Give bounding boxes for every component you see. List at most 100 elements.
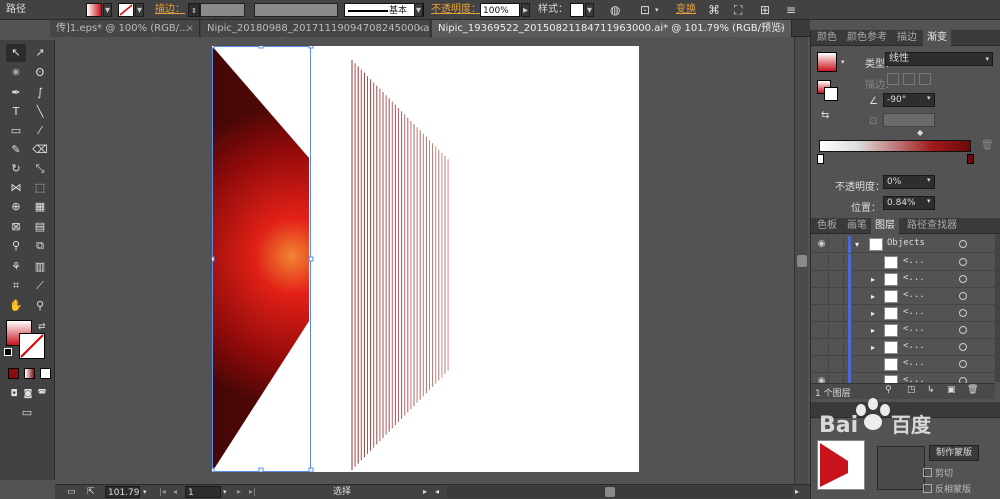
status-menu-icon[interactable]: ▸ (423, 486, 427, 498)
lock-toggle[interactable] (830, 340, 844, 355)
tab-swatches[interactable]: 色板 (813, 218, 841, 234)
scroll-right-icon[interactable]: ▸ (795, 486, 799, 498)
target-circle-icon[interactable] (959, 275, 967, 283)
selection-tool-icon[interactable]: ↖ (6, 44, 26, 62)
gradient-stop-start[interactable] (817, 154, 824, 164)
grid-icon[interactable]: ⊞ (760, 3, 770, 17)
sublayer-row[interactable]: ▸ <... (811, 271, 995, 288)
lock-toggle[interactable] (830, 306, 844, 321)
target-circle-icon[interactable] (959, 343, 967, 351)
hand-tool-icon[interactable]: ✋ (6, 297, 26, 315)
h-scroll-thumb[interactable] (605, 487, 615, 497)
prev-page-icon[interactable]: ◂ (173, 486, 177, 498)
invert-mask-checkbox[interactable] (923, 484, 932, 493)
expand-triangle-icon[interactable]: ▸ (871, 323, 875, 338)
visibility-eye-icon[interactable] (815, 255, 829, 270)
mesh-tool-icon[interactable]: ⊠ (6, 218, 26, 236)
opacity-field[interactable]: 100% (480, 3, 520, 17)
stroke-label[interactable]: 描边： (155, 3, 185, 17)
close-icon[interactable]: × (186, 20, 194, 37)
visibility-eye-icon[interactable] (815, 357, 829, 372)
stroke-along-icon[interactable] (903, 73, 915, 85)
next-page-icon[interactable]: ▸ (237, 486, 241, 498)
draw-inside-icon[interactable]: ◚ (32, 385, 52, 403)
eyedropper-icon[interactable]: ⚲ (6, 237, 26, 255)
midpoint-diamond-icon[interactable]: ◆ (917, 128, 923, 137)
target-circle-icon[interactable] (959, 309, 967, 317)
stroke-swatch[interactable] (118, 3, 134, 17)
page-field[interactable]: 1 (185, 486, 221, 498)
stroke-weight-stepper[interactable]: ⇕ (188, 3, 200, 17)
gradient-preset-dropdown[interactable]: ▾ (841, 58, 845, 66)
lasso-icon[interactable]: ʘ (30, 64, 50, 82)
sublayer-row[interactable]: ▸ <... (811, 322, 995, 339)
slice-tool-icon[interactable]: ⟋ (30, 277, 50, 295)
tab-doc-3[interactable]: Nipic_19369522_20150821184711963000.ai* … (432, 20, 792, 37)
gradient-tool-icon[interactable]: ▤ (30, 218, 50, 236)
graphic-style-swatch[interactable] (570, 3, 584, 17)
artboard-tool-icon[interactable]: ⌗ (6, 277, 26, 295)
page-dropdown-icon[interactable]: ▾ (223, 486, 227, 498)
reverse-gradient-icon[interactable]: ⇆ (821, 110, 829, 121)
close-icon[interactable]: × (417, 20, 425, 37)
sublayer-row[interactable]: ▸ <... (811, 305, 995, 322)
zoom-dropdown-icon[interactable]: ▾ (143, 486, 147, 498)
doc-info-icon[interactable]: ▭ (67, 486, 76, 498)
stop-position-dropdown-icon[interactable]: ▾ (927, 197, 931, 205)
align-icon[interactable]: ⊡ (640, 3, 650, 17)
expand-triangle-icon[interactable]: ▸ (871, 272, 875, 287)
target-circle-icon[interactable] (959, 326, 967, 334)
gradient-slider[interactable] (819, 140, 971, 152)
zoom-tool-icon[interactable]: ⚲ (30, 297, 50, 315)
gradient-mode-icon[interactable] (24, 368, 35, 379)
rotate-tool-icon[interactable]: ↻ (6, 160, 26, 178)
transform-link[interactable]: 变换 (676, 3, 696, 17)
mask-thumbnail-slot[interactable] (877, 446, 925, 490)
stroke-across-icon[interactable] (919, 73, 931, 85)
magic-wand-icon[interactable]: ✳ (6, 64, 26, 82)
column-graph-icon[interactable]: ▥ (30, 258, 50, 276)
visibility-eye-icon[interactable] (815, 323, 829, 338)
tab-layers[interactable]: 图层 (871, 218, 899, 234)
stroke-color-box[interactable] (19, 333, 45, 359)
tab-pathfinder[interactable]: 路径查找器 (903, 218, 961, 234)
last-page-icon[interactable]: ▸| (249, 486, 256, 498)
brush-definition[interactable]: 基本 (344, 3, 424, 17)
perspective-grid-icon[interactable]: ▦ (30, 198, 50, 216)
lock-toggle[interactable] (830, 323, 844, 338)
style-dropdown[interactable]: ▾ (585, 3, 594, 17)
fill-dropdown[interactable]: ▾ (103, 3, 112, 17)
expand-triangle-icon[interactable]: ▸ (871, 289, 875, 304)
gradient-type-select[interactable]: 线性 ▾ (885, 52, 993, 66)
tab-color[interactable]: 颜色 (813, 30, 841, 46)
gradient-stop-end[interactable] (967, 154, 974, 164)
scroll-left-icon[interactable]: ◂ (435, 486, 439, 498)
stop-opacity-dropdown-icon[interactable]: ▾ (927, 176, 931, 184)
first-page-icon[interactable]: |◂ (159, 486, 166, 498)
target-circle-icon[interactable] (959, 292, 967, 300)
line-tool-icon[interactable]: ╲ (30, 103, 50, 121)
opacity-dropdown[interactable]: ▸ (521, 3, 530, 17)
none-mode-icon[interactable] (40, 368, 51, 379)
tab-stroke[interactable]: 描边 (893, 30, 921, 46)
delete-layer-icon[interactable]: 🗑 (967, 385, 978, 395)
export-icon[interactable]: ⇱ (87, 486, 95, 498)
angle-dropdown-icon[interactable]: ▾ (927, 94, 931, 102)
blend-tool-icon[interactable]: ⧉ (30, 237, 50, 255)
shape-builder-icon[interactable]: ⊕ (6, 198, 26, 216)
stroke-within-icon[interactable] (887, 73, 899, 85)
isolate-icon[interactable]: ⌘ (708, 3, 720, 17)
visibility-eye-icon[interactable] (815, 272, 829, 287)
lock-toggle[interactable] (830, 237, 844, 252)
color-mode-icon[interactable] (8, 368, 19, 379)
stroke-weight-field[interactable] (200, 3, 245, 17)
lock-toggle[interactable] (830, 272, 844, 287)
pencil-icon[interactable]: ✎ (6, 141, 26, 159)
tab-gradient[interactable]: 渐变 (923, 30, 951, 46)
close-icon[interactable]: × (778, 20, 786, 37)
direct-selection-tool-icon[interactable]: ↗ (30, 44, 50, 62)
scroll-thumb[interactable] (797, 255, 807, 267)
aspect-ratio-field[interactable] (883, 113, 935, 127)
stroke-dropdown[interactable]: ▾ (135, 3, 144, 17)
target-circle-icon[interactable] (959, 240, 967, 248)
